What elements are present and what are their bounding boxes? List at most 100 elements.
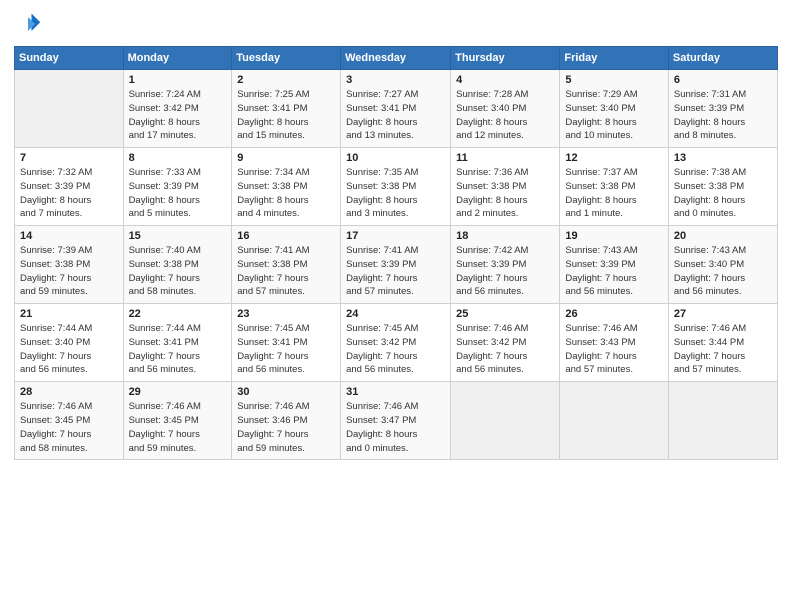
day-number: 11 — [456, 152, 554, 164]
day-cell — [15, 70, 124, 148]
day-detail: Sunrise: 7:31 AM Sunset: 3:39 PM Dayligh… — [674, 88, 772, 143]
day-detail: Sunrise: 7:43 AM Sunset: 3:40 PM Dayligh… — [674, 244, 772, 299]
day-number: 10 — [346, 152, 445, 164]
day-detail: Sunrise: 7:46 AM Sunset: 3:45 PM Dayligh… — [129, 400, 227, 455]
day-detail: Sunrise: 7:36 AM Sunset: 3:38 PM Dayligh… — [456, 166, 554, 221]
weekday-header-friday: Friday — [560, 47, 669, 70]
day-number: 27 — [674, 308, 772, 320]
day-cell: 24 Sunrise: 7:45 AM Sunset: 3:42 PM Dayli… — [341, 304, 451, 382]
day-cell: 18 Sunrise: 7:42 AM Sunset: 3:39 PM Dayli… — [451, 226, 560, 304]
day-detail: Sunrise: 7:41 AM Sunset: 3:39 PM Dayligh… — [346, 244, 445, 299]
day-number: 15 — [129, 230, 227, 242]
day-cell: 25 Sunrise: 7:46 AM Sunset: 3:42 PM Dayli… — [451, 304, 560, 382]
day-cell: 12 Sunrise: 7:37 AM Sunset: 3:38 PM Dayli… — [560, 148, 669, 226]
day-cell: 27 Sunrise: 7:46 AM Sunset: 3:44 PM Dayli… — [668, 304, 777, 382]
day-detail: Sunrise: 7:42 AM Sunset: 3:39 PM Dayligh… — [456, 244, 554, 299]
week-row-4: 21Sunrise: 7:44 AM Sunset: 3:40 PM Dayli… — [15, 304, 778, 382]
day-cell: 5Sunrise: 7:29 AM Sunset: 3:40 PM Daylig… — [560, 70, 669, 148]
day-number: 9 — [237, 152, 335, 164]
day-detail: Sunrise: 7:46 AM Sunset: 3:47 PM Dayligh… — [346, 400, 445, 455]
day-detail: Sunrise: 7:32 AM Sunset: 3:39 PM Dayligh… — [20, 166, 118, 221]
day-number: 3 — [346, 74, 445, 86]
day-detail: Sunrise: 7:29 AM Sunset: 3:40 PM Dayligh… — [565, 88, 663, 143]
day-detail: Sunrise: 7:28 AM Sunset: 3:40 PM Dayligh… — [456, 88, 554, 143]
day-cell: 19 Sunrise: 7:43 AM Sunset: 3:39 PM Dayli… — [560, 226, 669, 304]
day-cell — [668, 382, 777, 460]
day-detail: Sunrise: 7:46 AM Sunset: 3:43 PM Dayligh… — [565, 322, 663, 377]
day-cell: 7 Sunrise: 7:32 AM Sunset: 3:39 PM Daylig… — [15, 148, 124, 226]
day-number: 18 — [456, 230, 554, 242]
day-detail: Sunrise: 7:33 AM Sunset: 3:39 PM Dayligh… — [129, 166, 227, 221]
day-cell: 11 Sunrise: 7:36 AM Sunset: 3:38 PM Dayli… — [451, 148, 560, 226]
day-number: 19 — [565, 230, 663, 242]
day-detail: Sunrise: 7:44 AM Sunset: 3:41 PM Dayligh… — [129, 322, 227, 377]
day-number: 7 — [20, 152, 118, 164]
day-number: 21 — [20, 308, 118, 320]
day-detail: Sunrise: 7:46 AM Sunset: 3:46 PM Dayligh… — [237, 400, 335, 455]
day-number: 20 — [674, 230, 772, 242]
day-number: 1 — [129, 74, 227, 86]
day-number: 29 — [129, 386, 227, 398]
day-detail: Sunrise: 7:38 AM Sunset: 3:38 PM Dayligh… — [674, 166, 772, 221]
day-number: 4 — [456, 74, 554, 86]
day-cell: 17 Sunrise: 7:41 AM Sunset: 3:39 PM Dayli… — [341, 226, 451, 304]
day-cell — [451, 382, 560, 460]
day-cell: 1 Sunrise: 7:24 AM Sunset: 3:42 PM Daylig… — [123, 70, 232, 148]
day-number: 22 — [129, 308, 227, 320]
day-cell: 9Sunrise: 7:34 AM Sunset: 3:38 PM Daylig… — [232, 148, 341, 226]
day-number: 13 — [674, 152, 772, 164]
day-number: 28 — [20, 386, 118, 398]
day-cell: 6 Sunrise: 7:31 AM Sunset: 3:39 PM Daylig… — [668, 70, 777, 148]
week-row-3: 14Sunrise: 7:39 AM Sunset: 3:38 PM Dayli… — [15, 226, 778, 304]
day-cell: 16Sunrise: 7:41 AM Sunset: 3:38 PM Dayli… — [232, 226, 341, 304]
day-number: 12 — [565, 152, 663, 164]
day-number: 6 — [674, 74, 772, 86]
week-row-5: 28 Sunrise: 7:46 AM Sunset: 3:45 PM Dayli… — [15, 382, 778, 460]
day-cell: 31 Sunrise: 7:46 AM Sunset: 3:47 PM Dayli… — [341, 382, 451, 460]
day-detail: Sunrise: 7:46 AM Sunset: 3:42 PM Dayligh… — [456, 322, 554, 377]
day-detail: Sunrise: 7:43 AM Sunset: 3:39 PM Dayligh… — [565, 244, 663, 299]
day-number: 26 — [565, 308, 663, 320]
day-cell: 22 Sunrise: 7:44 AM Sunset: 3:41 PM Dayli… — [123, 304, 232, 382]
weekday-header-sunday: Sunday — [15, 47, 124, 70]
day-cell: 29 Sunrise: 7:46 AM Sunset: 3:45 PM Dayli… — [123, 382, 232, 460]
header — [14, 10, 778, 38]
day-detail: Sunrise: 7:46 AM Sunset: 3:44 PM Dayligh… — [674, 322, 772, 377]
day-cell: 26 Sunrise: 7:46 AM Sunset: 3:43 PM Dayli… — [560, 304, 669, 382]
day-detail: Sunrise: 7:40 AM Sunset: 3:38 PM Dayligh… — [129, 244, 227, 299]
day-cell: 8 Sunrise: 7:33 AM Sunset: 3:39 PM Daylig… — [123, 148, 232, 226]
weekday-header-tuesday: Tuesday — [232, 47, 341, 70]
page: SundayMondayTuesdayWednesdayThursdayFrid… — [0, 0, 792, 612]
day-detail: Sunrise: 7:24 AM Sunset: 3:42 PM Dayligh… — [129, 88, 227, 143]
weekday-header-saturday: Saturday — [668, 47, 777, 70]
weekday-header-monday: Monday — [123, 47, 232, 70]
day-cell: 23Sunrise: 7:45 AM Sunset: 3:41 PM Dayli… — [232, 304, 341, 382]
day-number: 31 — [346, 386, 445, 398]
day-number: 30 — [237, 386, 335, 398]
calendar: SundayMondayTuesdayWednesdayThursdayFrid… — [14, 46, 778, 460]
day-detail: Sunrise: 7:37 AM Sunset: 3:38 PM Dayligh… — [565, 166, 663, 221]
day-cell: 13 Sunrise: 7:38 AM Sunset: 3:38 PM Dayli… — [668, 148, 777, 226]
day-detail: Sunrise: 7:46 AM Sunset: 3:45 PM Dayligh… — [20, 400, 118, 455]
day-cell: 20 Sunrise: 7:43 AM Sunset: 3:40 PM Dayli… — [668, 226, 777, 304]
day-cell — [560, 382, 669, 460]
day-cell: 14Sunrise: 7:39 AM Sunset: 3:38 PM Dayli… — [15, 226, 124, 304]
weekday-header-thursday: Thursday — [451, 47, 560, 70]
day-cell: 3Sunrise: 7:27 AM Sunset: 3:41 PM Daylig… — [341, 70, 451, 148]
day-number: 25 — [456, 308, 554, 320]
day-number: 24 — [346, 308, 445, 320]
day-cell: 4 Sunrise: 7:28 AM Sunset: 3:40 PM Daylig… — [451, 70, 560, 148]
day-cell: 21Sunrise: 7:44 AM Sunset: 3:40 PM Dayli… — [15, 304, 124, 382]
logo — [14, 10, 46, 38]
day-detail: Sunrise: 7:41 AM Sunset: 3:38 PM Dayligh… — [237, 244, 335, 299]
logo-icon — [14, 10, 42, 38]
day-cell: 30 Sunrise: 7:46 AM Sunset: 3:46 PM Dayli… — [232, 382, 341, 460]
day-number: 2 — [237, 74, 335, 86]
day-detail: Sunrise: 7:45 AM Sunset: 3:42 PM Dayligh… — [346, 322, 445, 377]
day-number: 8 — [129, 152, 227, 164]
week-row-2: 7 Sunrise: 7:32 AM Sunset: 3:39 PM Daylig… — [15, 148, 778, 226]
day-number: 17 — [346, 230, 445, 242]
day-detail: Sunrise: 7:35 AM Sunset: 3:38 PM Dayligh… — [346, 166, 445, 221]
week-row-1: 1 Sunrise: 7:24 AM Sunset: 3:42 PM Daylig… — [15, 70, 778, 148]
day-number: 23 — [237, 308, 335, 320]
